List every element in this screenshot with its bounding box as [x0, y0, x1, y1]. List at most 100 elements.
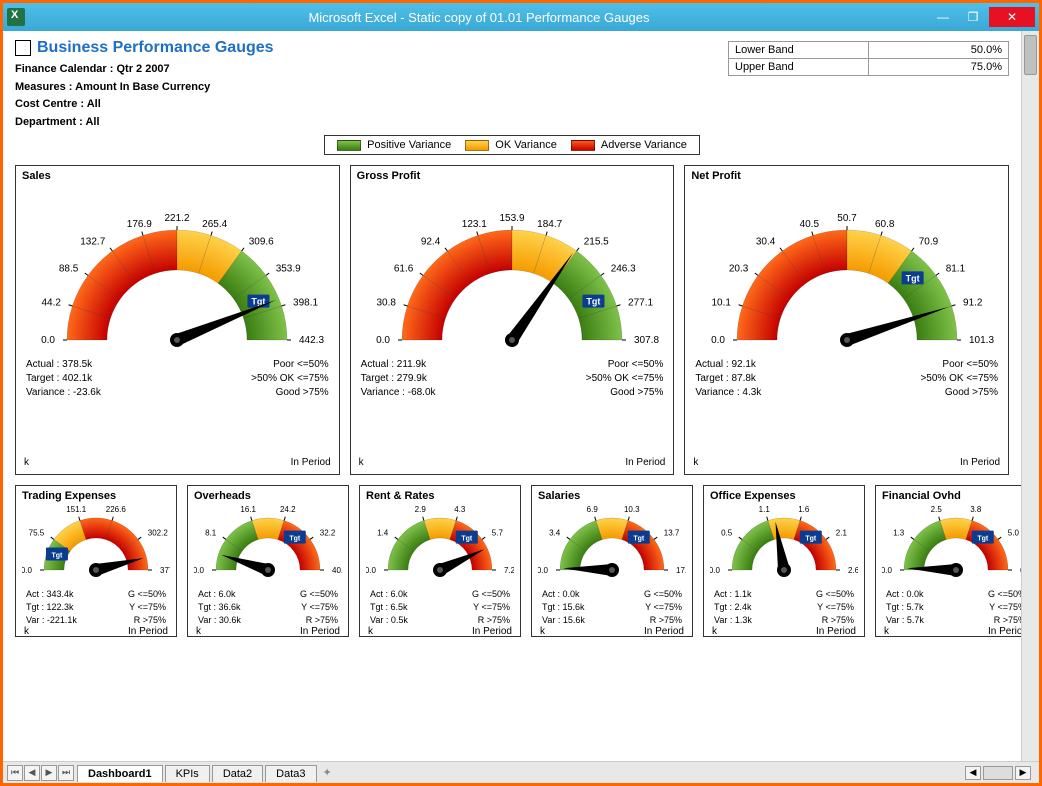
gauge-chart: 0.030.861.692.4123.1153.9184.7215.5246.3…: [362, 184, 662, 354]
gauge-chart: 0.08.116.124.232.240.3Tgt: [194, 504, 342, 584]
svg-text:0.0: 0.0: [711, 335, 725, 346]
svg-text:3.4: 3.4: [549, 529, 561, 538]
swatch-ok: [465, 140, 489, 151]
stats-right: G <=50%Y <=75%R >75%: [472, 588, 510, 626]
tab-nav-prev[interactable]: ◀: [24, 765, 40, 781]
svg-text:88.5: 88.5: [59, 264, 79, 275]
svg-text:151.1: 151.1: [66, 506, 87, 515]
close-button[interactable]: ✕: [989, 7, 1035, 27]
svg-text:44.2: 44.2: [42, 298, 62, 309]
unit-label: k: [693, 457, 698, 468]
unit-label: k: [368, 626, 373, 637]
hscroll-left[interactable]: ◀: [965, 766, 981, 780]
upper-band-value: 75.0%: [869, 59, 1009, 76]
period-label: In Period: [816, 626, 856, 637]
vertical-scrollbar[interactable]: [1021, 31, 1039, 761]
svg-text:1.3: 1.3: [893, 529, 905, 538]
stats-right: G <=50%Y <=75%R >75%: [300, 588, 338, 626]
card-title: Office Expenses: [710, 490, 858, 502]
minimize-button[interactable]: —: [929, 7, 957, 27]
svg-text:6.9: 6.9: [587, 506, 599, 515]
svg-text:30.8: 30.8: [377, 298, 397, 309]
svg-text:0.0: 0.0: [538, 566, 549, 575]
svg-text:16.1: 16.1: [240, 506, 256, 515]
svg-text:3.8: 3.8: [970, 506, 982, 515]
svg-text:20.3: 20.3: [729, 264, 749, 275]
svg-text:2.1: 2.1: [836, 529, 848, 538]
svg-text:442.3: 442.3: [299, 335, 324, 346]
stats-left: Act : 0.0kTgt : 15.6kVar : 15.6k: [542, 588, 585, 626]
sheet-tab-kpis[interactable]: KPIs: [165, 765, 210, 782]
tab-nav-last[interactable]: ⏭: [58, 765, 74, 781]
svg-text:50.7: 50.7: [837, 213, 857, 224]
period-label: In Period: [960, 457, 1000, 468]
svg-text:302.2: 302.2: [148, 529, 169, 538]
unit-label: k: [24, 457, 29, 468]
svg-text:30.4: 30.4: [755, 237, 775, 248]
period-label: In Period: [472, 626, 512, 637]
sheet-tab-data3[interactable]: Data3: [265, 765, 316, 782]
lower-band-value: 50.0%: [869, 42, 1009, 59]
stats-right: G <=50%Y <=75%R >75%: [128, 588, 166, 626]
svg-text:309.6: 309.6: [249, 237, 274, 248]
tab-nav-next[interactable]: ▶: [41, 765, 57, 781]
legend: Positive Variance OK Variance Adverse Va…: [324, 135, 700, 155]
swatch-adverse: [571, 140, 595, 151]
svg-text:2.5: 2.5: [931, 506, 943, 515]
svg-text:70.9: 70.9: [918, 237, 938, 248]
svg-text:8.1: 8.1: [205, 529, 217, 538]
svg-text:0.0: 0.0: [22, 566, 33, 575]
svg-text:Tgt: Tgt: [805, 536, 817, 543]
big-gauge-row: Sales 0.044.288.5132.7176.9221.2265.4309…: [15, 165, 1009, 475]
gauge-card-office-expenses: Office Expenses 0.00.51.11.62.12.6Tgt Ac…: [703, 485, 865, 637]
svg-text:2.9: 2.9: [415, 506, 427, 515]
gauge-chart: 0.03.46.910.313.717.2Tgt: [538, 504, 686, 584]
window-titlebar: Microsoft Excel - Static copy of 01.01 P…: [3, 3, 1039, 31]
svg-text:0.5: 0.5: [721, 529, 733, 538]
page-title-text: Business Performance Gauges: [37, 39, 274, 57]
scroll-thumb[interactable]: [1024, 35, 1037, 75]
gauge-card-gross-profit: Gross Profit 0.030.861.692.4123.1153.918…: [350, 165, 675, 475]
unit-label: k: [196, 626, 201, 637]
stats-right: Poor <=50%>50% OK <=75%Good >75%: [920, 358, 998, 400]
sheet-tab-dashboard1[interactable]: Dashboard1: [77, 765, 163, 782]
hscroll-track[interactable]: [983, 766, 1013, 780]
svg-text:5.7: 5.7: [492, 529, 504, 538]
svg-text:215.5: 215.5: [584, 237, 609, 248]
dashboard-icon: [15, 40, 31, 56]
unit-label: k: [24, 626, 29, 637]
meta-cost-centre: Cost Centre : All: [15, 96, 728, 114]
maximize-button[interactable]: ❐: [959, 7, 987, 27]
new-sheet-icon[interactable]: ✦: [323, 766, 332, 779]
gauge-card-salaries: Salaries 0.03.46.910.313.717.2Tgt Act : …: [531, 485, 693, 637]
svg-text:5.0: 5.0: [1008, 529, 1020, 538]
svg-text:7.2: 7.2: [504, 566, 514, 575]
svg-text:92.4: 92.4: [421, 237, 441, 248]
card-title: Overheads: [194, 490, 342, 502]
filter-summary: Finance Calendar : Qtr 2 2007 Measures :…: [15, 61, 728, 131]
period-label: In Period: [128, 626, 168, 637]
svg-text:176.9: 176.9: [127, 219, 152, 230]
period-label: In Period: [988, 626, 1021, 637]
gauge-chart: 0.01.42.94.35.77.2Tgt: [366, 504, 514, 584]
svg-text:123.1: 123.1: [462, 219, 487, 230]
svg-text:Tgt: Tgt: [52, 553, 64, 560]
svg-text:10.3: 10.3: [624, 506, 640, 515]
hscroll-right[interactable]: ▶: [1015, 766, 1031, 780]
sheet-tabs-bar: ⏮ ◀ ▶ ⏭ Dashboard1KPIsData2Data3 ✦ ◀ ▶: [3, 761, 1039, 783]
svg-text:32.2: 32.2: [320, 529, 336, 538]
svg-text:221.2: 221.2: [165, 213, 190, 224]
svg-text:Tgt: Tgt: [461, 536, 473, 543]
svg-text:101.3: 101.3: [969, 335, 994, 346]
card-title: Trading Expenses: [22, 490, 170, 502]
svg-text:13.7: 13.7: [664, 529, 680, 538]
svg-text:24.2: 24.2: [280, 506, 296, 515]
svg-text:184.7: 184.7: [537, 219, 562, 230]
tab-nav-first[interactable]: ⏮: [7, 765, 23, 781]
svg-text:0.0: 0.0: [710, 566, 721, 575]
sheet-tab-data2[interactable]: Data2: [212, 765, 263, 782]
svg-text:1.6: 1.6: [798, 506, 810, 515]
meta-department: Department : All: [15, 114, 728, 132]
svg-text:246.3: 246.3: [611, 264, 636, 275]
svg-text:307.8: 307.8: [634, 335, 659, 346]
